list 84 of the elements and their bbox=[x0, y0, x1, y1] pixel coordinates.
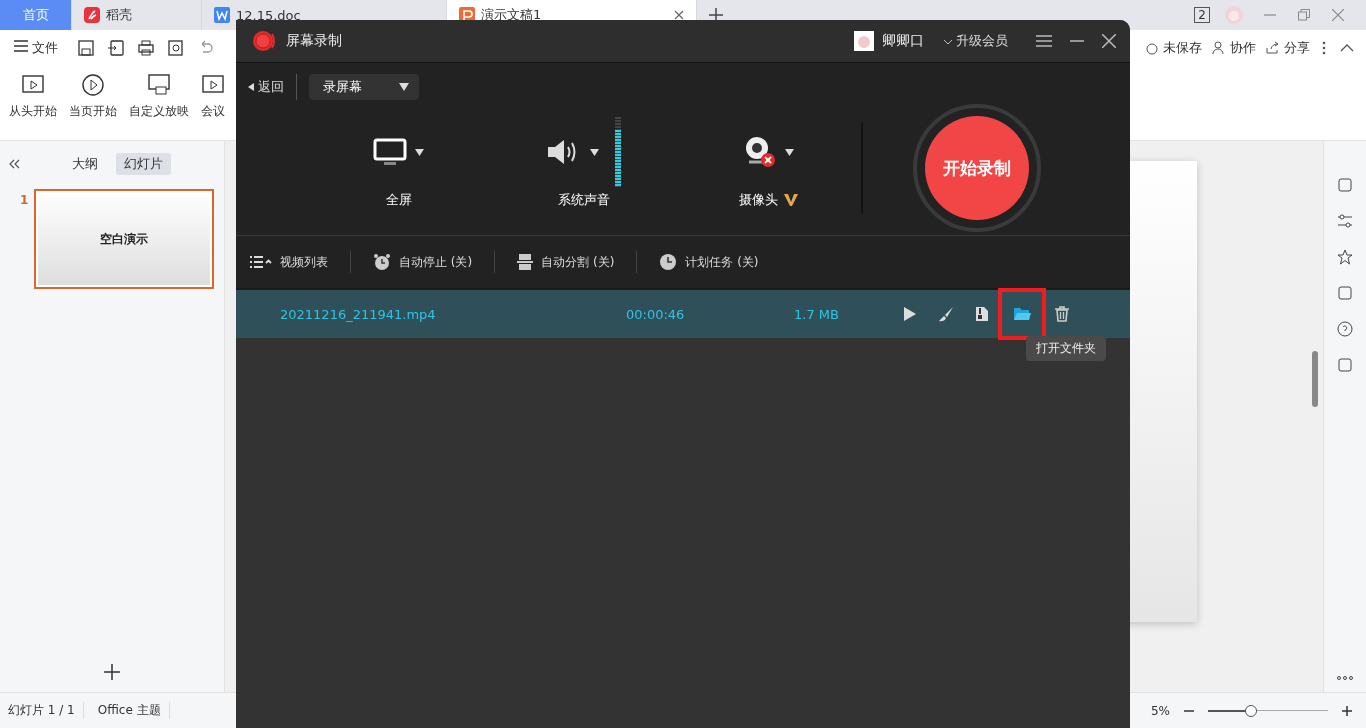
option-button[interactable]: 视频列表 bbox=[250, 253, 328, 271]
toolbar-action[interactable]: 未保存 bbox=[1145, 38, 1202, 57]
menu-icon bbox=[14, 39, 28, 52]
help-icon[interactable] bbox=[1337, 321, 1353, 337]
source-label: 系统声音 bbox=[557, 191, 610, 209]
mode-dropdown[interactable]: 录屏幕 bbox=[309, 74, 420, 100]
toolbar-action[interactable]: 分享 bbox=[1266, 38, 1310, 57]
clock-icon bbox=[659, 253, 678, 271]
list-icon bbox=[250, 255, 272, 269]
slides-icon bbox=[147, 73, 171, 97]
file-duration: 00:00:46 bbox=[626, 306, 686, 322]
monitor-button[interactable] bbox=[373, 138, 424, 166]
user-name: 卿卿口 bbox=[881, 32, 924, 50]
tooltip: 打开文件夹 bbox=[1026, 336, 1106, 361]
speaker-button[interactable] bbox=[546, 138, 599, 166]
word-doc-icon bbox=[214, 7, 230, 23]
start-recording-button[interactable]: 开始录制 bbox=[925, 116, 1029, 220]
webcam-off-icon bbox=[743, 135, 777, 169]
collapse-icon[interactable] bbox=[1340, 43, 1354, 52]
trash-icon bbox=[1055, 306, 1069, 322]
save-icon[interactable] bbox=[78, 39, 95, 56]
ribbon-button[interactable]: 当页开始 bbox=[66, 73, 120, 120]
panel-tab[interactable]: 幻灯片 bbox=[116, 153, 171, 175]
back-button[interactable]: 返回 bbox=[248, 78, 285, 96]
chevron-down-icon bbox=[943, 40, 952, 45]
folder-icon bbox=[1013, 307, 1031, 321]
print-icon[interactable] bbox=[138, 39, 155, 56]
file-name: 20211216_211941.mp4 bbox=[280, 306, 437, 322]
star-icon[interactable] bbox=[1337, 249, 1353, 265]
option-button[interactable]: 自动分割 (关) bbox=[517, 253, 615, 271]
scrollbar[interactable] bbox=[1312, 351, 1318, 407]
window-title: 屏幕录制 bbox=[286, 32, 342, 50]
docer-logo-icon bbox=[84, 7, 100, 23]
sliders-icon[interactable] bbox=[1337, 213, 1353, 229]
cloud-icon bbox=[1145, 40, 1159, 55]
zip-file-icon bbox=[975, 306, 989, 322]
upgrade-button[interactable]: 升级会员 bbox=[943, 32, 1008, 50]
more-icon[interactable] bbox=[1337, 676, 1353, 680]
caret-down-icon bbox=[415, 148, 424, 156]
restore-icon[interactable] bbox=[1298, 9, 1310, 21]
option-button[interactable]: 计划任务 (关) bbox=[659, 253, 759, 271]
source-label: 全屏 bbox=[385, 191, 412, 209]
audio-level-meter bbox=[615, 117, 621, 187]
slide-number: 1 bbox=[20, 193, 29, 209]
window-count-badge[interactable]: 2 bbox=[1194, 7, 1210, 23]
document-tab[interactable]: 稻壳 bbox=[72, 0, 202, 30]
ribbon-button[interactable]: 会议 bbox=[198, 73, 228, 120]
caret-down-icon bbox=[399, 83, 410, 91]
panel-tab[interactable]: 大纲 bbox=[64, 153, 106, 175]
menu-icon[interactable] bbox=[1036, 35, 1052, 47]
alarm-clock-icon bbox=[373, 253, 391, 271]
zoom-in-icon[interactable] bbox=[1342, 705, 1352, 716]
new-tab-icon[interactable] bbox=[709, 8, 723, 22]
caret-down-icon bbox=[590, 148, 599, 156]
slide-title: 空白演示 bbox=[100, 230, 149, 248]
webcam-button[interactable] bbox=[743, 135, 794, 169]
close-icon[interactable] bbox=[674, 10, 684, 20]
add-icon[interactable] bbox=[104, 664, 120, 680]
avatar-icon bbox=[853, 31, 874, 51]
play-icon bbox=[903, 306, 917, 322]
status-text: Office 主题 bbox=[97, 702, 170, 719]
option-button[interactable]: 自动停止 (关) bbox=[373, 253, 473, 271]
export-icon[interactable] bbox=[108, 39, 125, 56]
record-logo-icon bbox=[252, 30, 278, 52]
zoom-reading[interactable]: 5% bbox=[1150, 703, 1170, 718]
ribbon-button[interactable]: 从头开始 bbox=[6, 73, 60, 120]
close-icon[interactable] bbox=[1102, 34, 1116, 48]
more-icon[interactable] bbox=[1322, 40, 1326, 55]
ribbon-button[interactable]: 自定义放映 bbox=[126, 73, 192, 120]
status-text: 幻灯片 1 / 1 bbox=[8, 702, 84, 719]
monitor-icon bbox=[373, 138, 407, 166]
file-size: 1.7 MB bbox=[794, 306, 840, 322]
toolbar-action[interactable]: 协作 bbox=[1212, 38, 1256, 57]
caret-left-icon bbox=[248, 83, 254, 91]
slide-thumbnail[interactable]: 空白演示 bbox=[34, 189, 215, 289]
collapse-icon[interactable] bbox=[8, 159, 20, 169]
caret-down-icon bbox=[785, 148, 794, 156]
split-icon bbox=[517, 254, 534, 270]
play-icon bbox=[81, 73, 105, 97]
preview-icon[interactable] bbox=[168, 39, 185, 56]
share-icon bbox=[1266, 40, 1280, 55]
person-icon bbox=[1212, 40, 1226, 55]
file-menu[interactable]: 文件 bbox=[14, 38, 59, 57]
source-label: 摄像头 bbox=[739, 191, 778, 209]
